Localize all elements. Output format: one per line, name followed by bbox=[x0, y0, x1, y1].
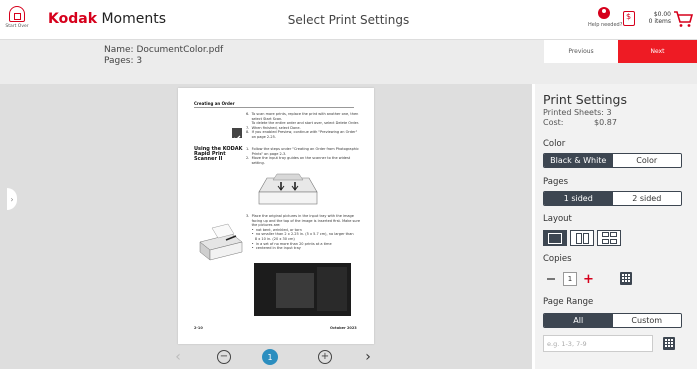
layout-two-icon-right bbox=[582, 232, 589, 244]
printed-sheets: Printed Sheets: 3 bbox=[543, 108, 612, 117]
preview-text-line: 7. When finished, select Done. bbox=[246, 125, 301, 130]
document-name: Name: DocumentColor.pdf bbox=[104, 45, 224, 55]
preview-text-line: 1. Follow the steps under "Creating an O… bbox=[246, 147, 359, 151]
previous-page-button[interactable]: ‹ bbox=[170, 348, 186, 366]
zoom-out-button[interactable]: − bbox=[216, 348, 232, 366]
layout-label: Layout bbox=[543, 214, 572, 224]
preview-text-line: • not bent, wrinkled, or torn bbox=[246, 227, 302, 232]
preview-text-line: To delete the entire order and start ove… bbox=[246, 121, 359, 126]
brand-bold: Kodak bbox=[48, 11, 97, 27]
zoom-in-button[interactable]: + bbox=[317, 348, 333, 366]
scanner-image-top bbox=[258, 173, 318, 205]
help-icon bbox=[598, 7, 610, 19]
brand-logo: Kodak Moments bbox=[48, 11, 166, 27]
start-over-button[interactable]: Start Over bbox=[4, 6, 30, 36]
preview-text-line: • in a set of no more than 20 prints at … bbox=[246, 241, 332, 246]
brand-rest: Moments bbox=[97, 11, 167, 27]
preview-footer-left: 2-10 bbox=[194, 326, 203, 330]
cart-amount: $0.00 bbox=[653, 11, 671, 18]
start-over-label: Start Over bbox=[5, 24, 29, 29]
preview-footer-right: October 2023 bbox=[330, 326, 357, 330]
copies-stepper: 1 + bbox=[547, 272, 594, 286]
preview-text-line: Prints" on page 2-3. bbox=[246, 151, 287, 156]
next-button[interactable]: Next bbox=[618, 40, 697, 63]
scan-preview-screenshot bbox=[254, 263, 351, 316]
preview-rule bbox=[194, 107, 354, 108]
home-icon bbox=[9, 6, 25, 22]
chevron-right-icon: › bbox=[365, 349, 371, 365]
layout-four-icon-cell bbox=[601, 238, 609, 244]
layout-options bbox=[543, 230, 624, 246]
pages-option-two-sided[interactable]: 2 sided bbox=[612, 192, 681, 205]
layout-two-per-page-button[interactable] bbox=[570, 230, 594, 246]
preview-text-line: 8 x 10 in. (20 x 30 cm) bbox=[246, 237, 295, 241]
page-range-custom[interactable]: Custom bbox=[612, 314, 681, 327]
scanner-image-bottom bbox=[199, 223, 243, 261]
preview-text-line: 2. Move the input tray guides on the sca… bbox=[246, 156, 351, 161]
scan-preview-sidebar bbox=[317, 267, 347, 311]
preview-text-line: • centered in the input tray bbox=[246, 246, 301, 251]
cart-items: 0 items bbox=[648, 18, 671, 26]
cart-icon[interactable] bbox=[673, 10, 693, 28]
preview-text-line: on page 2-25. bbox=[246, 135, 276, 139]
page-range-input[interactable] bbox=[543, 335, 653, 352]
layout-two-icon-left bbox=[575, 232, 582, 244]
preview-section-heading: Using the KODAK Rapid Print Scanner II bbox=[194, 146, 243, 162]
page-range-toggle: All Custom bbox=[543, 313, 682, 328]
preview-text-line: 3. Place the original pictures in the in… bbox=[246, 214, 354, 218]
cost-row: Cost: $0.87 bbox=[543, 118, 643, 127]
zoom-out-icon: − bbox=[217, 350, 231, 364]
document-pages: Pages: 3 bbox=[104, 56, 143, 66]
page-range-all[interactable]: All bbox=[544, 314, 613, 327]
layout-four-icon-cell bbox=[609, 238, 617, 244]
pages-option-one-sided[interactable]: 1 sided bbox=[544, 192, 613, 205]
copies-increment-button[interactable]: + bbox=[583, 273, 594, 286]
preview-text-line: 8. If you enabled Preview, continue with… bbox=[246, 130, 358, 135]
layout-four-icon-cell bbox=[601, 232, 609, 238]
previous-button[interactable]: Previous bbox=[544, 40, 618, 63]
cost-label: Cost: bbox=[543, 118, 564, 127]
chevron-left-icon: ‹ bbox=[175, 349, 181, 365]
document-info: Name: DocumentColor.pdf Pages: 3 bbox=[104, 45, 223, 67]
preview-text-line: • no smaller than 2 x 2.25 in. (5 x 5.7 … bbox=[246, 232, 354, 237]
copies-label: Copies bbox=[543, 254, 572, 264]
app-header: Start Over Kodak Moments Select Print Se… bbox=[0, 0, 697, 40]
pages-label: Pages bbox=[543, 177, 569, 187]
next-page-button[interactable]: › bbox=[360, 348, 376, 366]
color-toggle: Black & White Color bbox=[543, 153, 682, 168]
help-label: Help needed? bbox=[588, 22, 623, 28]
layout-four-icon-cell bbox=[609, 232, 617, 238]
receipt-icon[interactable] bbox=[623, 11, 635, 26]
zoom-in-icon: + bbox=[318, 350, 332, 364]
preview-text-line: setting. bbox=[246, 160, 265, 165]
keypad-icon[interactable] bbox=[620, 272, 632, 285]
color-option-color[interactable]: Color bbox=[612, 154, 681, 167]
pages-toggle: 1 sided 2 sided bbox=[543, 191, 682, 206]
color-option-bw[interactable]: Black & White bbox=[544, 154, 613, 167]
preview-text-line: facing up and the top of the image is in… bbox=[246, 218, 361, 223]
preview-text-line: the pictures are: bbox=[246, 223, 281, 228]
preview-page-heading: Creating an Order bbox=[194, 101, 235, 106]
page-indicator: 1 bbox=[262, 348, 278, 366]
preview-text-line: select Start Scan. bbox=[246, 116, 283, 121]
copies-input[interactable]: 1 bbox=[563, 272, 577, 286]
help-button[interactable]: Help needed? bbox=[588, 7, 623, 28]
scan-preview-photo bbox=[276, 273, 314, 308]
layout-single-icon bbox=[548, 232, 562, 244]
print-settings-title: Print Settings bbox=[543, 92, 627, 107]
preview-text-line: 6. To scan more prints, replace the prin… bbox=[246, 112, 359, 116]
layout-one-per-page-button[interactable] bbox=[543, 230, 567, 246]
current-page-badge: 1 bbox=[262, 349, 278, 365]
page-range-label: Page Range bbox=[543, 297, 594, 307]
color-label: Color bbox=[543, 139, 566, 149]
checkmark-icon bbox=[232, 128, 242, 141]
cost-value: $0.87 bbox=[594, 118, 617, 127]
layout-four-per-page-button[interactable] bbox=[597, 230, 621, 246]
range-keypad-icon[interactable] bbox=[663, 337, 675, 350]
cart-summary[interactable]: $0.00 0 items bbox=[643, 11, 671, 25]
copies-decrement-button[interactable] bbox=[547, 278, 555, 280]
